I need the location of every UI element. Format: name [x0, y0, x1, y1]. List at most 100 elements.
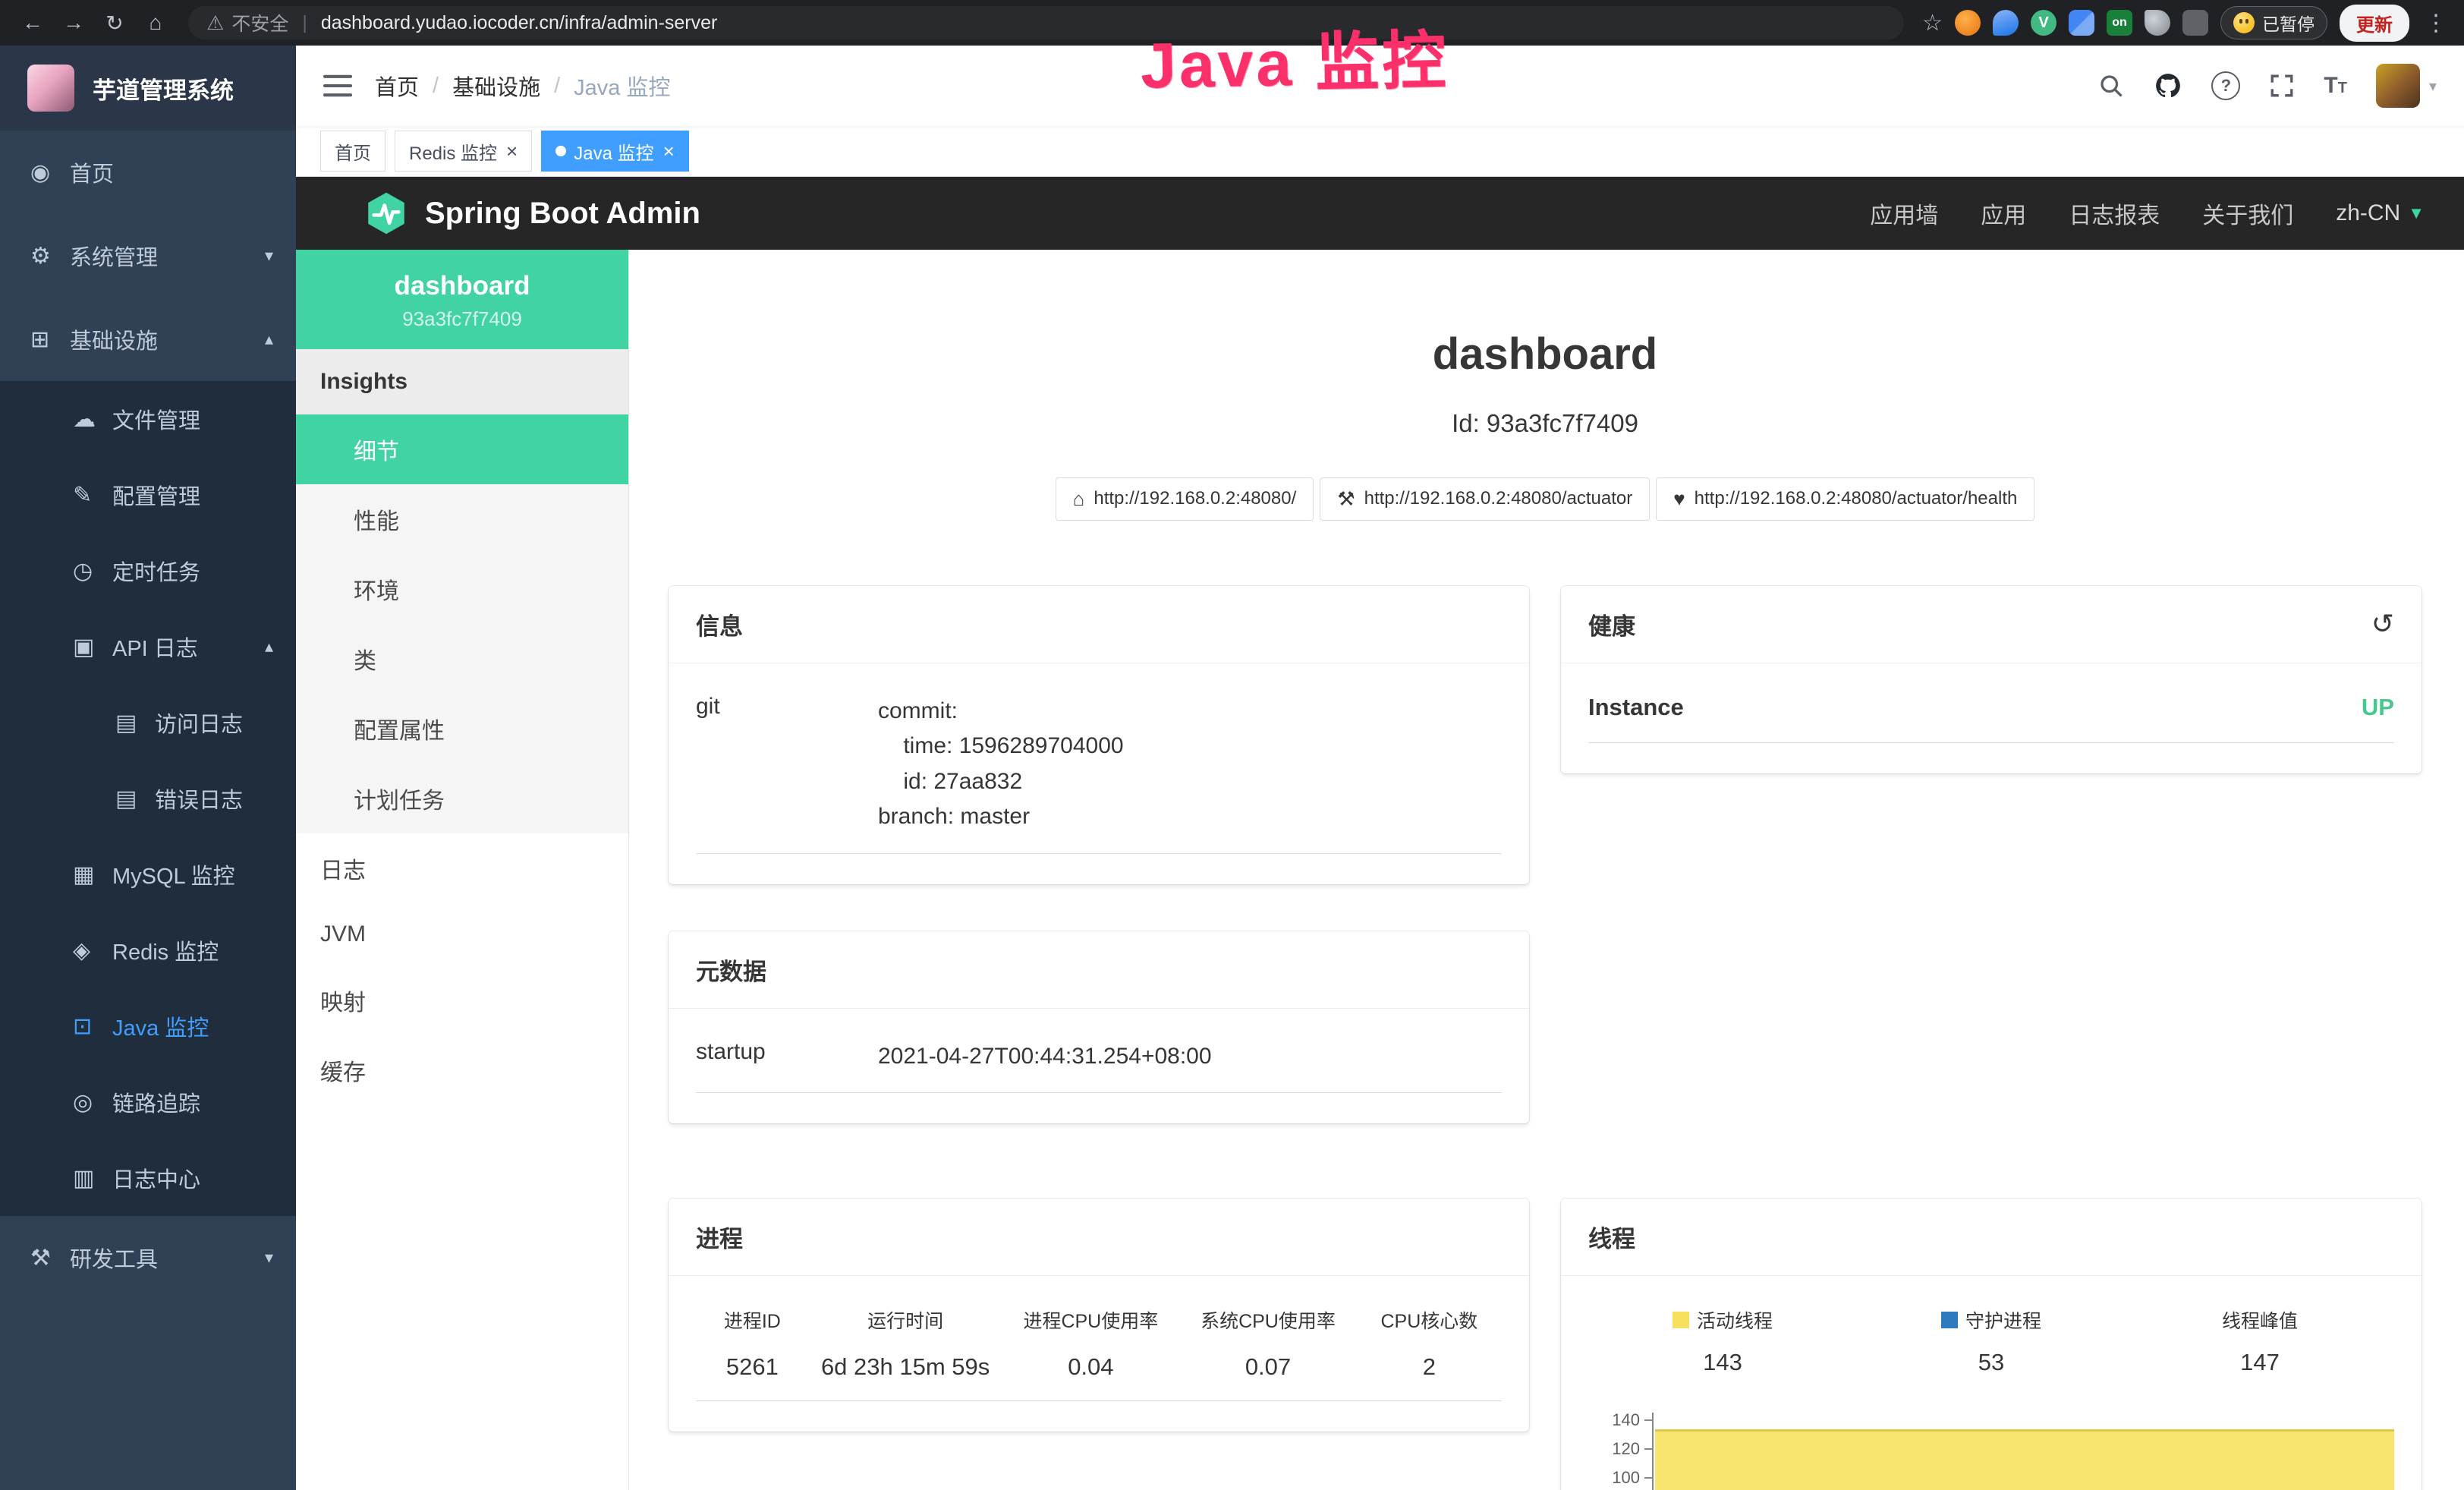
nav-mappings[interactable]: 映射	[296, 966, 628, 1035]
val-cpu-cores: 2	[1357, 1353, 1502, 1381]
close-icon[interactable]: ×	[663, 141, 675, 161]
legend-swatch-yellow	[1673, 1312, 1689, 1328]
tab-redis-monitor[interactable]: Redis 监控 ×	[395, 131, 532, 172]
app-logo[interactable]: 芋道管理系统	[0, 46, 296, 131]
nav-caches[interactable]: 缓存	[296, 1035, 628, 1105]
back-icon[interactable]: ←	[14, 6, 52, 39]
sidebar-item-dev-tools[interactable]: ⚒ 研发工具 ▾	[0, 1216, 296, 1299]
info-card-title: 信息	[696, 607, 743, 641]
instance-id: 93a3fc7f7409	[304, 307, 621, 331]
sba-nav-applications[interactable]: 应用	[1981, 197, 2026, 230]
sidebar-item-config-mgmt[interactable]: ✎ 配置管理	[0, 457, 296, 533]
sidebar-item-access-log[interactable]: ▤ 访问日志	[0, 685, 296, 761]
y-tick: 100	[1612, 1468, 1640, 1488]
sidebar-item-api-log[interactable]: ▣ API 日志 ▴	[0, 609, 296, 685]
github-icon[interactable]	[2154, 71, 2182, 100]
sidebar-item-label: 配置管理	[112, 479, 200, 511]
sba-logo-icon	[364, 191, 408, 235]
col-cpu-cores: CPU核心数	[1357, 1306, 1502, 1334]
sidebar-item-trace[interactable]: ◎ 链路追踪	[0, 1064, 296, 1140]
nav-metrics[interactable]: 性能	[296, 484, 628, 554]
instance-name: dashboard	[304, 271, 621, 301]
user-menu[interactable]: ▾	[2376, 64, 2437, 108]
wrench-icon: ⚒	[1337, 487, 1355, 511]
breadcrumb-infrastructure[interactable]: 基础设施	[452, 70, 540, 102]
vue-devtools-icon[interactable]: V	[2031, 10, 2056, 36]
locale-label: zh-CN	[2336, 200, 2400, 226]
tab-home[interactable]: 首页	[320, 131, 385, 172]
breadcrumb-separator: /	[554, 74, 560, 99]
sba-nav-journal[interactable]: 日志报表	[2069, 197, 2160, 230]
paused-badge[interactable]: 已暂停	[2220, 6, 2327, 39]
avatar	[2376, 64, 2420, 108]
service-url-link[interactable]: ⌂ http://192.168.0.2:48080/	[1056, 477, 1314, 521]
sidebar-item-system-mgmt[interactable]: ⚙ 系统管理 ▾	[0, 214, 296, 298]
forward-icon[interactable]: →	[55, 6, 93, 39]
extensions-puzzle-icon[interactable]	[2182, 10, 2208, 36]
screen: Java 监控 ← → ↻ ⌂ ⚠ 不安全 | dashboard.yudao.…	[0, 0, 2464, 1490]
history-icon[interactable]: ↺	[2371, 610, 2394, 638]
sidebar-item-home[interactable]: ◉ 首页	[0, 131, 296, 214]
instance-details: dashboard Id: 93a3fc7f7409 ⌂ http://192.…	[629, 250, 2464, 1490]
insights-group-header[interactable]: Insights	[296, 349, 628, 414]
health-card: 健康 ↺ Instance UP	[1561, 586, 2422, 773]
fullscreen-icon[interactable]	[2269, 73, 2295, 99]
address-bar[interactable]: ⚠ 不安全 | dashboard.yudao.iocoder.cn/infra…	[188, 6, 1904, 39]
search-icon[interactable]	[2097, 72, 2125, 99]
sba-brand[interactable]: Spring Boot Admin	[364, 191, 700, 235]
nav-logs[interactable]: 日志	[296, 833, 628, 903]
sba-nav-wall[interactable]: 应用墙	[1870, 197, 1938, 230]
reload-icon[interactable]: ↻	[96, 6, 134, 39]
bookmark-star-icon[interactable]: ☆	[1922, 10, 1943, 36]
home-icon[interactable]: ⌂	[137, 6, 175, 39]
update-button[interactable]: 更新	[2340, 5, 2409, 42]
sidebar-item-java-monitor[interactable]: ⊡ Java 监控	[0, 988, 296, 1064]
sidebar-item-redis-monitor[interactable]: ◈ Redis 监控	[0, 912, 296, 988]
nav-scheduled-tasks[interactable]: 计划任务	[296, 764, 628, 833]
val-process-cpu: 0.04	[1002, 1353, 1180, 1381]
sidebar-item-label: 定时任务	[112, 555, 200, 587]
sidebar-item-mysql-monitor[interactable]: ▦ MySQL 监控	[0, 836, 296, 912]
sidebar-item-log-center[interactable]: ▥ 日志中心	[0, 1140, 296, 1216]
chevron-down-icon: ▼	[2408, 203, 2425, 223]
sba-nav-about[interactable]: 关于我们	[2202, 197, 2293, 230]
extension-icon-drop[interactable]	[1993, 10, 2019, 36]
nav-jvm[interactable]: JVM	[296, 903, 628, 966]
process-card-title: 进程	[696, 1220, 743, 1254]
url-text: dashboard.yudao.iocoder.cn/infra/admin-s…	[321, 12, 718, 34]
breadcrumb-home[interactable]: 首页	[375, 70, 419, 102]
proxy-on-icon[interactable]: on	[2107, 10, 2132, 36]
timer-icon: ◷	[73, 558, 112, 584]
config-edit-icon: ✎	[73, 482, 112, 509]
browser-menu-icon[interactable]: ⋮	[2422, 10, 2450, 36]
threads-legend-values: 143 53 147	[1588, 1349, 2394, 1376]
instance-header[interactable]: dashboard 93a3fc7f7409	[296, 250, 628, 349]
sidebar-item-error-log[interactable]: ▤ 错误日志	[0, 761, 296, 836]
nav-classes[interactable]: 类	[296, 624, 628, 694]
hamburger-icon[interactable]	[323, 74, 352, 98]
sidebar-item-scheduled-tasks[interactable]: ◷ 定时任务	[0, 533, 296, 609]
extension-icon-grid[interactable]	[2069, 10, 2094, 36]
health-status-badge: UP	[2362, 694, 2394, 721]
font-size-icon[interactable]: TT	[2324, 73, 2347, 99]
extension-icon-orange[interactable]	[1955, 10, 1981, 36]
tab-java-monitor[interactable]: Java 监控 ×	[541, 131, 689, 172]
health-url-link[interactable]: ♥ http://192.168.0.2:48080/actuator/heal…	[1656, 477, 2034, 521]
col-process-cpu: 进程CPU使用率	[1002, 1306, 1180, 1334]
security-label: 不安全	[231, 9, 288, 36]
locale-selector[interactable]: zh-CN ▼	[2336, 200, 2425, 226]
insights-submenu: 细节 性能 环境 类 配置属性 计划任务	[296, 414, 628, 833]
nav-environment[interactable]: 环境	[296, 554, 628, 624]
actuator-url-link[interactable]: ⚒ http://192.168.0.2:48080/actuator	[1320, 477, 1650, 521]
nav-details[interactable]: 细节	[296, 414, 628, 484]
infrastructure-submenu: ☁ 文件管理 ✎ 配置管理 ◷ 定时任务 ▣ API 日志 ▴ ▤	[0, 381, 296, 1216]
health-instance-row[interactable]: Instance UP	[1588, 694, 2394, 743]
extension-icon-leaf[interactable]	[2145, 10, 2170, 36]
sidebar-item-infrastructure[interactable]: ⊞ 基础设施 ▴	[0, 298, 296, 381]
sidebar-item-file-mgmt[interactable]: ☁ 文件管理	[0, 381, 296, 457]
sidebar-item-label: Redis 监控	[112, 934, 219, 966]
help-icon[interactable]: ?	[2211, 71, 2240, 100]
close-icon[interactable]: ×	[506, 141, 518, 161]
breadcrumb: 首页 / 基础设施 / Java 监控	[375, 70, 670, 102]
nav-config-props[interactable]: 配置属性	[296, 694, 628, 764]
